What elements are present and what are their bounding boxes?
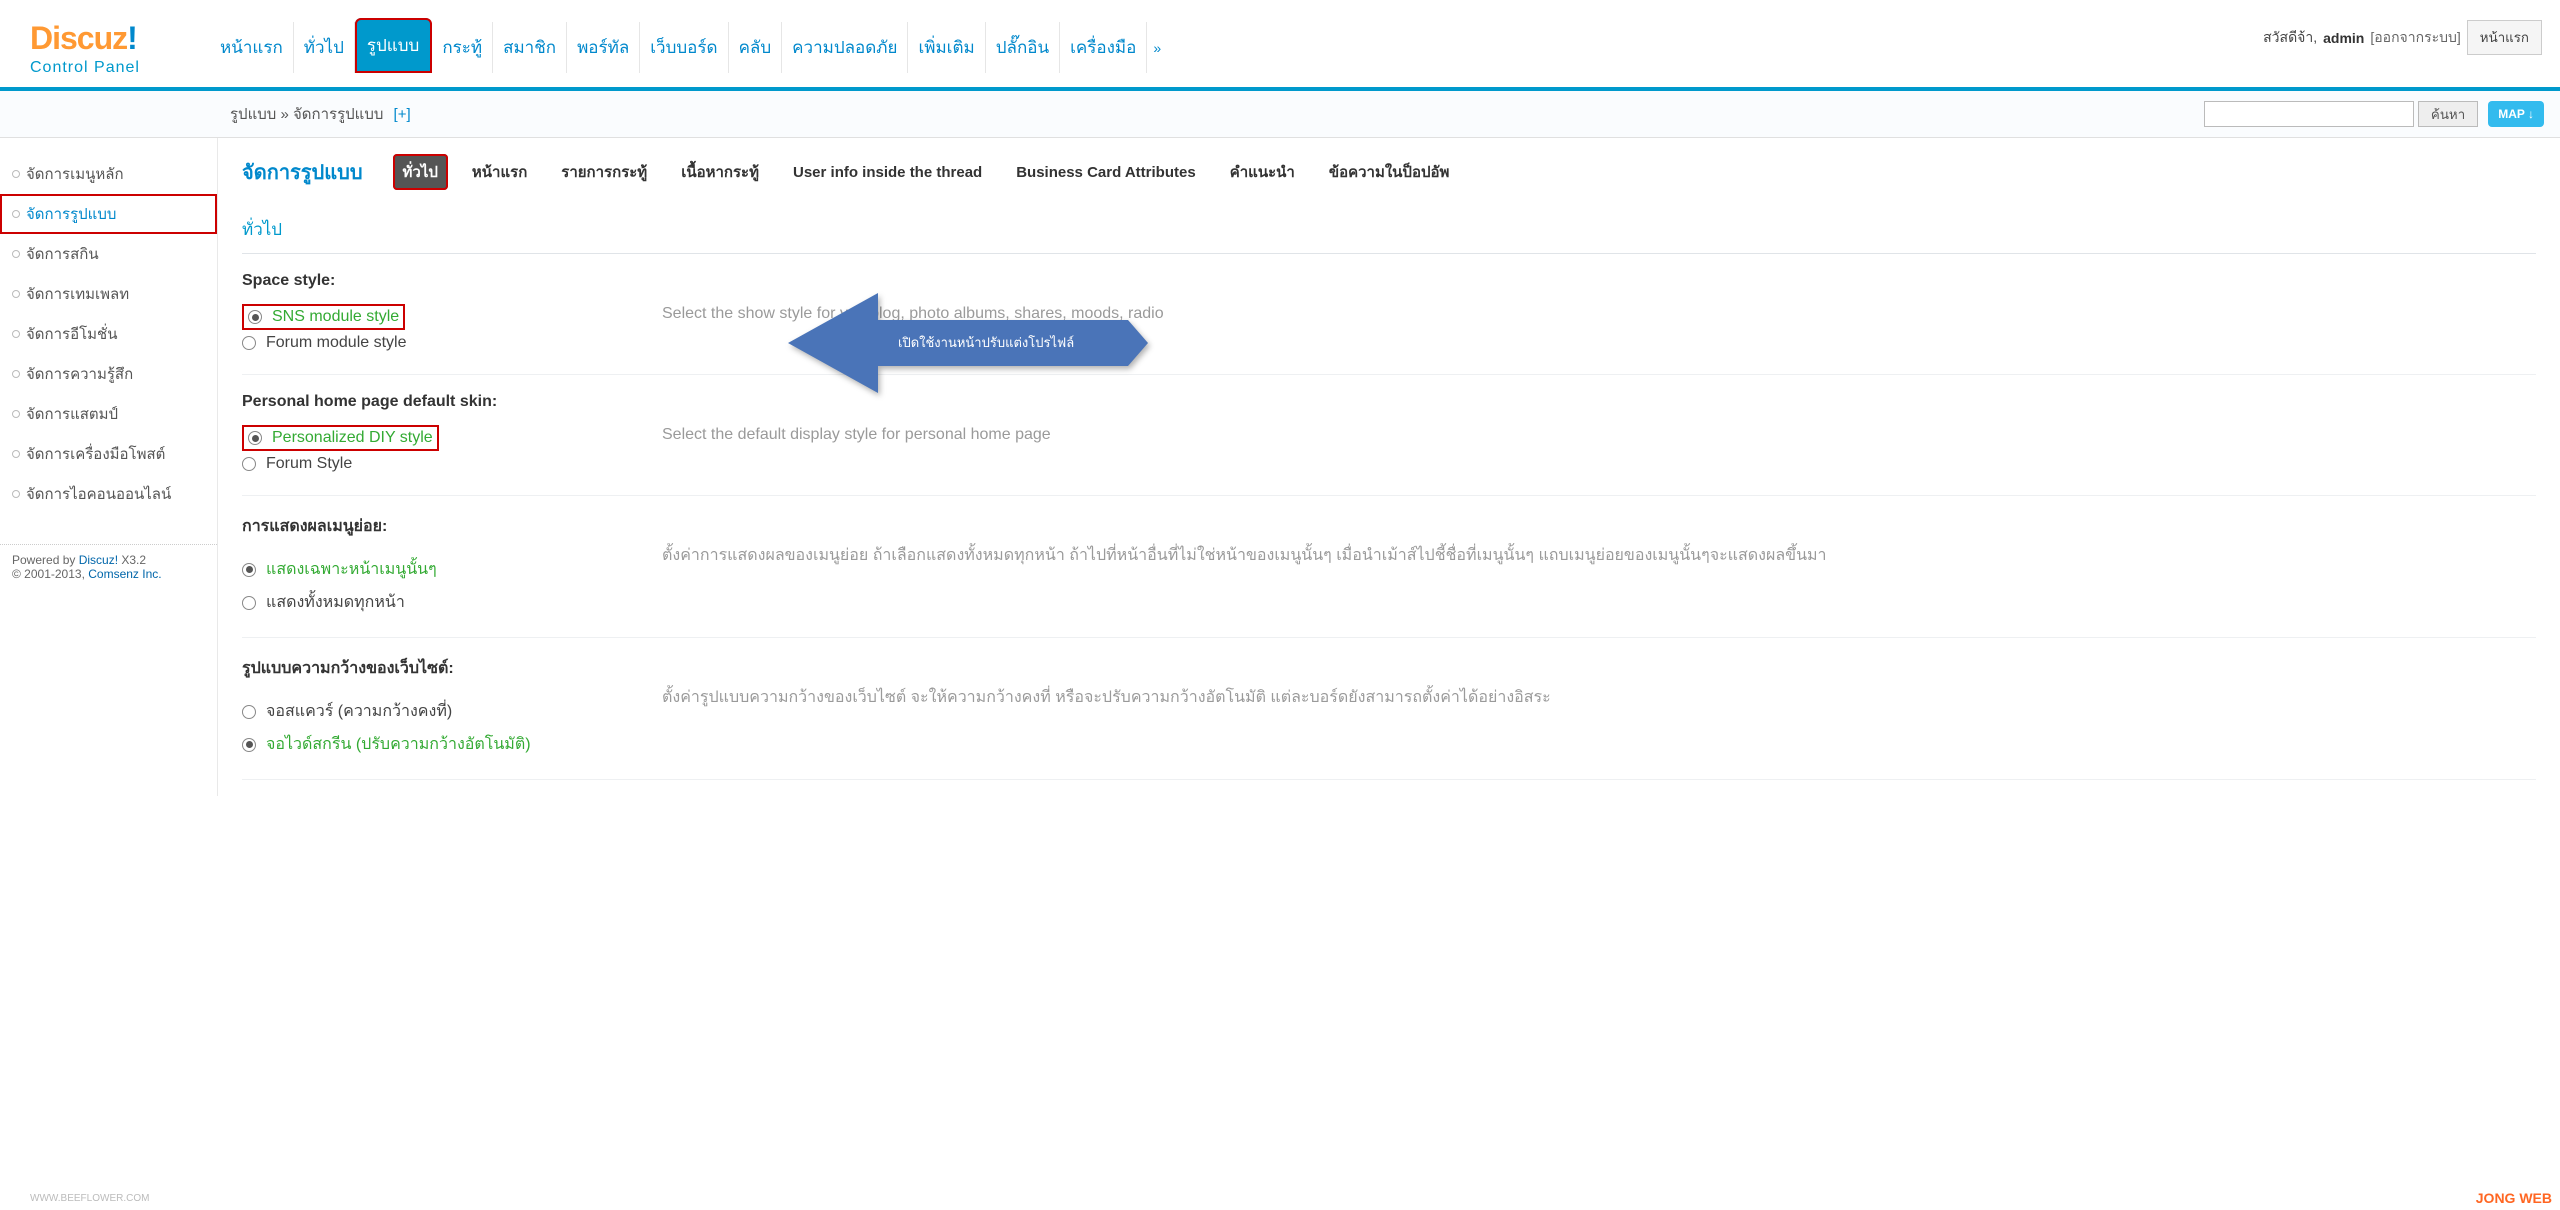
tab-6[interactable]: คำแนะนำ — [1220, 154, 1305, 190]
section-heading: ทั่วไป — [242, 200, 2536, 254]
sidebar-item-5[interactable]: จัดการความรู้สึก — [0, 354, 217, 394]
topnav-item-1[interactable]: ทั่วไป — [294, 22, 355, 73]
map-button[interactable]: MAP ↓ — [2488, 101, 2544, 127]
username: admin — [2323, 30, 2364, 46]
sidebar: จัดการเมนูหลักจัดการรูปแบบจัดการสกินจัดก… — [0, 138, 218, 796]
annotation-arrow: เปิดใช้งานหน้าปรับแต่งโปรไฟล์ — [788, 288, 1148, 401]
topnav-item-7[interactable]: คลับ — [729, 22, 783, 73]
topnav-item-2[interactable]: รูปแบบ — [355, 18, 432, 73]
topnav-item-6[interactable]: เว็บบอร์ด — [640, 22, 728, 73]
logo-subtitle: Control Panel — [30, 59, 210, 77]
sidebar-item-8[interactable]: จัดการไอคอนออนไลน์ — [0, 474, 217, 514]
radio-label: แสดงเฉพาะหน้าเมนูนั้นๆ — [266, 557, 437, 582]
breadcrumb: รูปแบบ » จัดการรูปแบบ [+] — [230, 102, 2204, 126]
annotation-text: เปิดใช้งานหน้าปรับแต่งโปรไฟล์ — [898, 332, 1074, 353]
radio-icon[interactable] — [242, 336, 256, 350]
footer-company-link[interactable]: Comsenz Inc. — [88, 567, 161, 581]
breadcrumb-a[interactable]: รูปแบบ — [230, 106, 276, 123]
page-title: จัดการรูปแบบ — [242, 156, 363, 188]
breadcrumb-add-icon[interactable]: [+] — [394, 106, 411, 123]
search-button[interactable]: ค้นหา — [2418, 101, 2478, 127]
tab-4[interactable]: User info inside the thread — [783, 158, 992, 187]
radio-icon[interactable] — [242, 563, 256, 577]
greeting: สวัสดีจ้า, — [2263, 27, 2317, 49]
setting-block-0: Space style: SNS module style Forum module… — [242, 254, 2536, 375]
setting-label: การแสดงผลเมนูย่อย: — [242, 514, 662, 539]
topnav-more-icon[interactable]: » — [1147, 28, 1167, 68]
topnav-item-11[interactable]: เครื่องมือ — [1060, 22, 1147, 73]
topnav-item-4[interactable]: สมาชิก — [493, 22, 567, 73]
setting-block-2: การแสดงผลเมนูย่อย: แสดงเฉพาะหน้าเมนูนั้นๆ… — [242, 496, 2536, 638]
setting-description: ตั้งค่าการแสดงผลของเมนูย่อย ถ้าเลือกแสดง… — [662, 514, 2536, 619]
radio-label: Personalized DIY style — [272, 429, 433, 447]
radio-option-2-1[interactable]: แสดงทั้งหมดทุกหน้า — [242, 586, 662, 619]
radio-label: จอสแควร์ (ความกว้างคงที่) — [266, 699, 452, 724]
tab-0[interactable]: ทั่วไป — [393, 154, 448, 190]
radio-option-0-0[interactable]: SNS module style — [242, 304, 405, 330]
top-header: Discuz! Control Panel หน้าแรกทั่วไปรูปแบ… — [0, 0, 2560, 91]
radio-icon[interactable] — [242, 457, 256, 471]
setting-block-1: Personal home page default skin: Personal… — [242, 375, 2536, 496]
radio-option-3-0[interactable]: จอสแควร์ (ความกว้างคงที่) — [242, 695, 662, 728]
radio-label: Forum module style — [266, 334, 407, 352]
topnav-item-5[interactable]: พอร์ทัล — [567, 22, 640, 73]
watermark-beeflower: WWW.BEEFLOWER.COM — [30, 1193, 149, 1204]
tab-1[interactable]: หน้าแรก — [462, 154, 537, 190]
sidebar-item-0[interactable]: จัดการเมนูหลัก — [0, 154, 217, 194]
footer-product-link[interactable]: Discuz! — [79, 553, 118, 567]
watermark-jongweb: JONG WEB — [2476, 1190, 2552, 1206]
sidebar-item-2[interactable]: จัดการสกิน — [0, 234, 217, 274]
logout-link[interactable]: [ออกจากระบบ] — [2370, 27, 2460, 49]
radio-label: SNS module style — [272, 308, 399, 326]
topnav-item-0[interactable]: หน้าแรก — [210, 22, 294, 73]
setting-label: Space style: — [242, 272, 662, 290]
setting-description: ตั้งค่ารูปแบบความกว้างของเว็บไซต์ จะให้ค… — [662, 656, 2536, 761]
frontpage-button[interactable]: หน้าแรก — [2467, 20, 2542, 55]
tab-3[interactable]: เนื้อหากระทู้ — [671, 154, 769, 190]
radio-icon[interactable] — [242, 596, 256, 610]
radio-label: Forum Style — [266, 455, 352, 473]
footer: Powered by Discuz! X3.2 © 2001-2013, Com… — [0, 544, 217, 589]
sidebar-item-4[interactable]: จัดการอีโมชั่น — [0, 314, 217, 354]
logo: Discuz! Control Panel — [10, 10, 210, 87]
radio-icon[interactable] — [242, 738, 256, 752]
tab-bar: จัดการรูปแบบ ทั่วไป หน้าแรก รายการกระทู้ เน… — [242, 154, 2536, 190]
topnav-item-3[interactable]: กระทู้ — [432, 22, 493, 73]
main-content: จัดการรูปแบบ ทั่วไป หน้าแรก รายการกระทู้ เน… — [218, 138, 2560, 796]
logo-text: Discuz! — [30, 20, 210, 57]
radio-label: จอไวด์สกรีน (ปรับความกว้างอัตโนมัติ) — [266, 732, 531, 757]
topnav-item-10[interactable]: ปลั๊กอิน — [986, 22, 1060, 73]
radio-option-1-1[interactable]: Forum Style — [242, 451, 662, 477]
setting-block-3: รูปแบบความกว้างของเว็บไซต์: จอสแควร์ (ควา… — [242, 638, 2536, 780]
radio-option-1-0[interactable]: Personalized DIY style — [242, 425, 439, 451]
user-area: สวัสดีจ้า, admin [ออกจากระบบ] หน้าแรก — [2253, 10, 2550, 55]
radio-icon[interactable] — [248, 431, 262, 445]
setting-description: Select the default display style for per… — [662, 393, 2536, 477]
sidebar-item-3[interactable]: จัดการเทมเพลท — [0, 274, 217, 314]
tab-7[interactable]: ข้อความในป็อปอัพ — [1319, 154, 1460, 190]
radio-option-3-1[interactable]: จอไวด์สกรีน (ปรับความกว้างอัตโนมัติ) — [242, 728, 662, 761]
radio-label: แสดงทั้งหมดทุกหน้า — [266, 590, 405, 615]
sidebar-item-1[interactable]: จัดการรูปแบบ — [0, 194, 217, 234]
radio-option-2-0[interactable]: แสดงเฉพาะหน้าเมนูนั้นๆ — [242, 553, 662, 586]
sidebar-item-6[interactable]: จัดการแสตมป์ — [0, 394, 217, 434]
tab-5[interactable]: Business Card Attributes — [1006, 158, 1205, 187]
breadcrumb-b[interactable]: จัดการรูปแบบ — [293, 106, 383, 123]
radio-icon[interactable] — [242, 705, 256, 719]
radio-icon[interactable] — [248, 310, 262, 324]
top-nav: หน้าแรกทั่วไปรูปแบบกระทู้สมาชิกพอร์ทัลเว… — [210, 10, 2253, 73]
sidebar-item-7[interactable]: จัดการเครื่องมือโพสต์ — [0, 434, 217, 474]
search-input[interactable] — [2204, 101, 2414, 127]
topnav-item-8[interactable]: ความปลอดภัย — [782, 22, 908, 73]
radio-option-0-1[interactable]: Forum module style — [242, 330, 662, 356]
setting-label: รูปแบบความกว้างของเว็บไซต์: — [242, 656, 662, 681]
setting-label: Personal home page default skin: — [242, 393, 662, 411]
sub-bar: รูปแบบ » จัดการรูปแบบ [+] ค้นหา MAP ↓ — [0, 91, 2560, 138]
topnav-item-9[interactable]: เพิ่มเติม — [908, 22, 985, 73]
tab-2[interactable]: รายการกระทู้ — [551, 154, 657, 190]
